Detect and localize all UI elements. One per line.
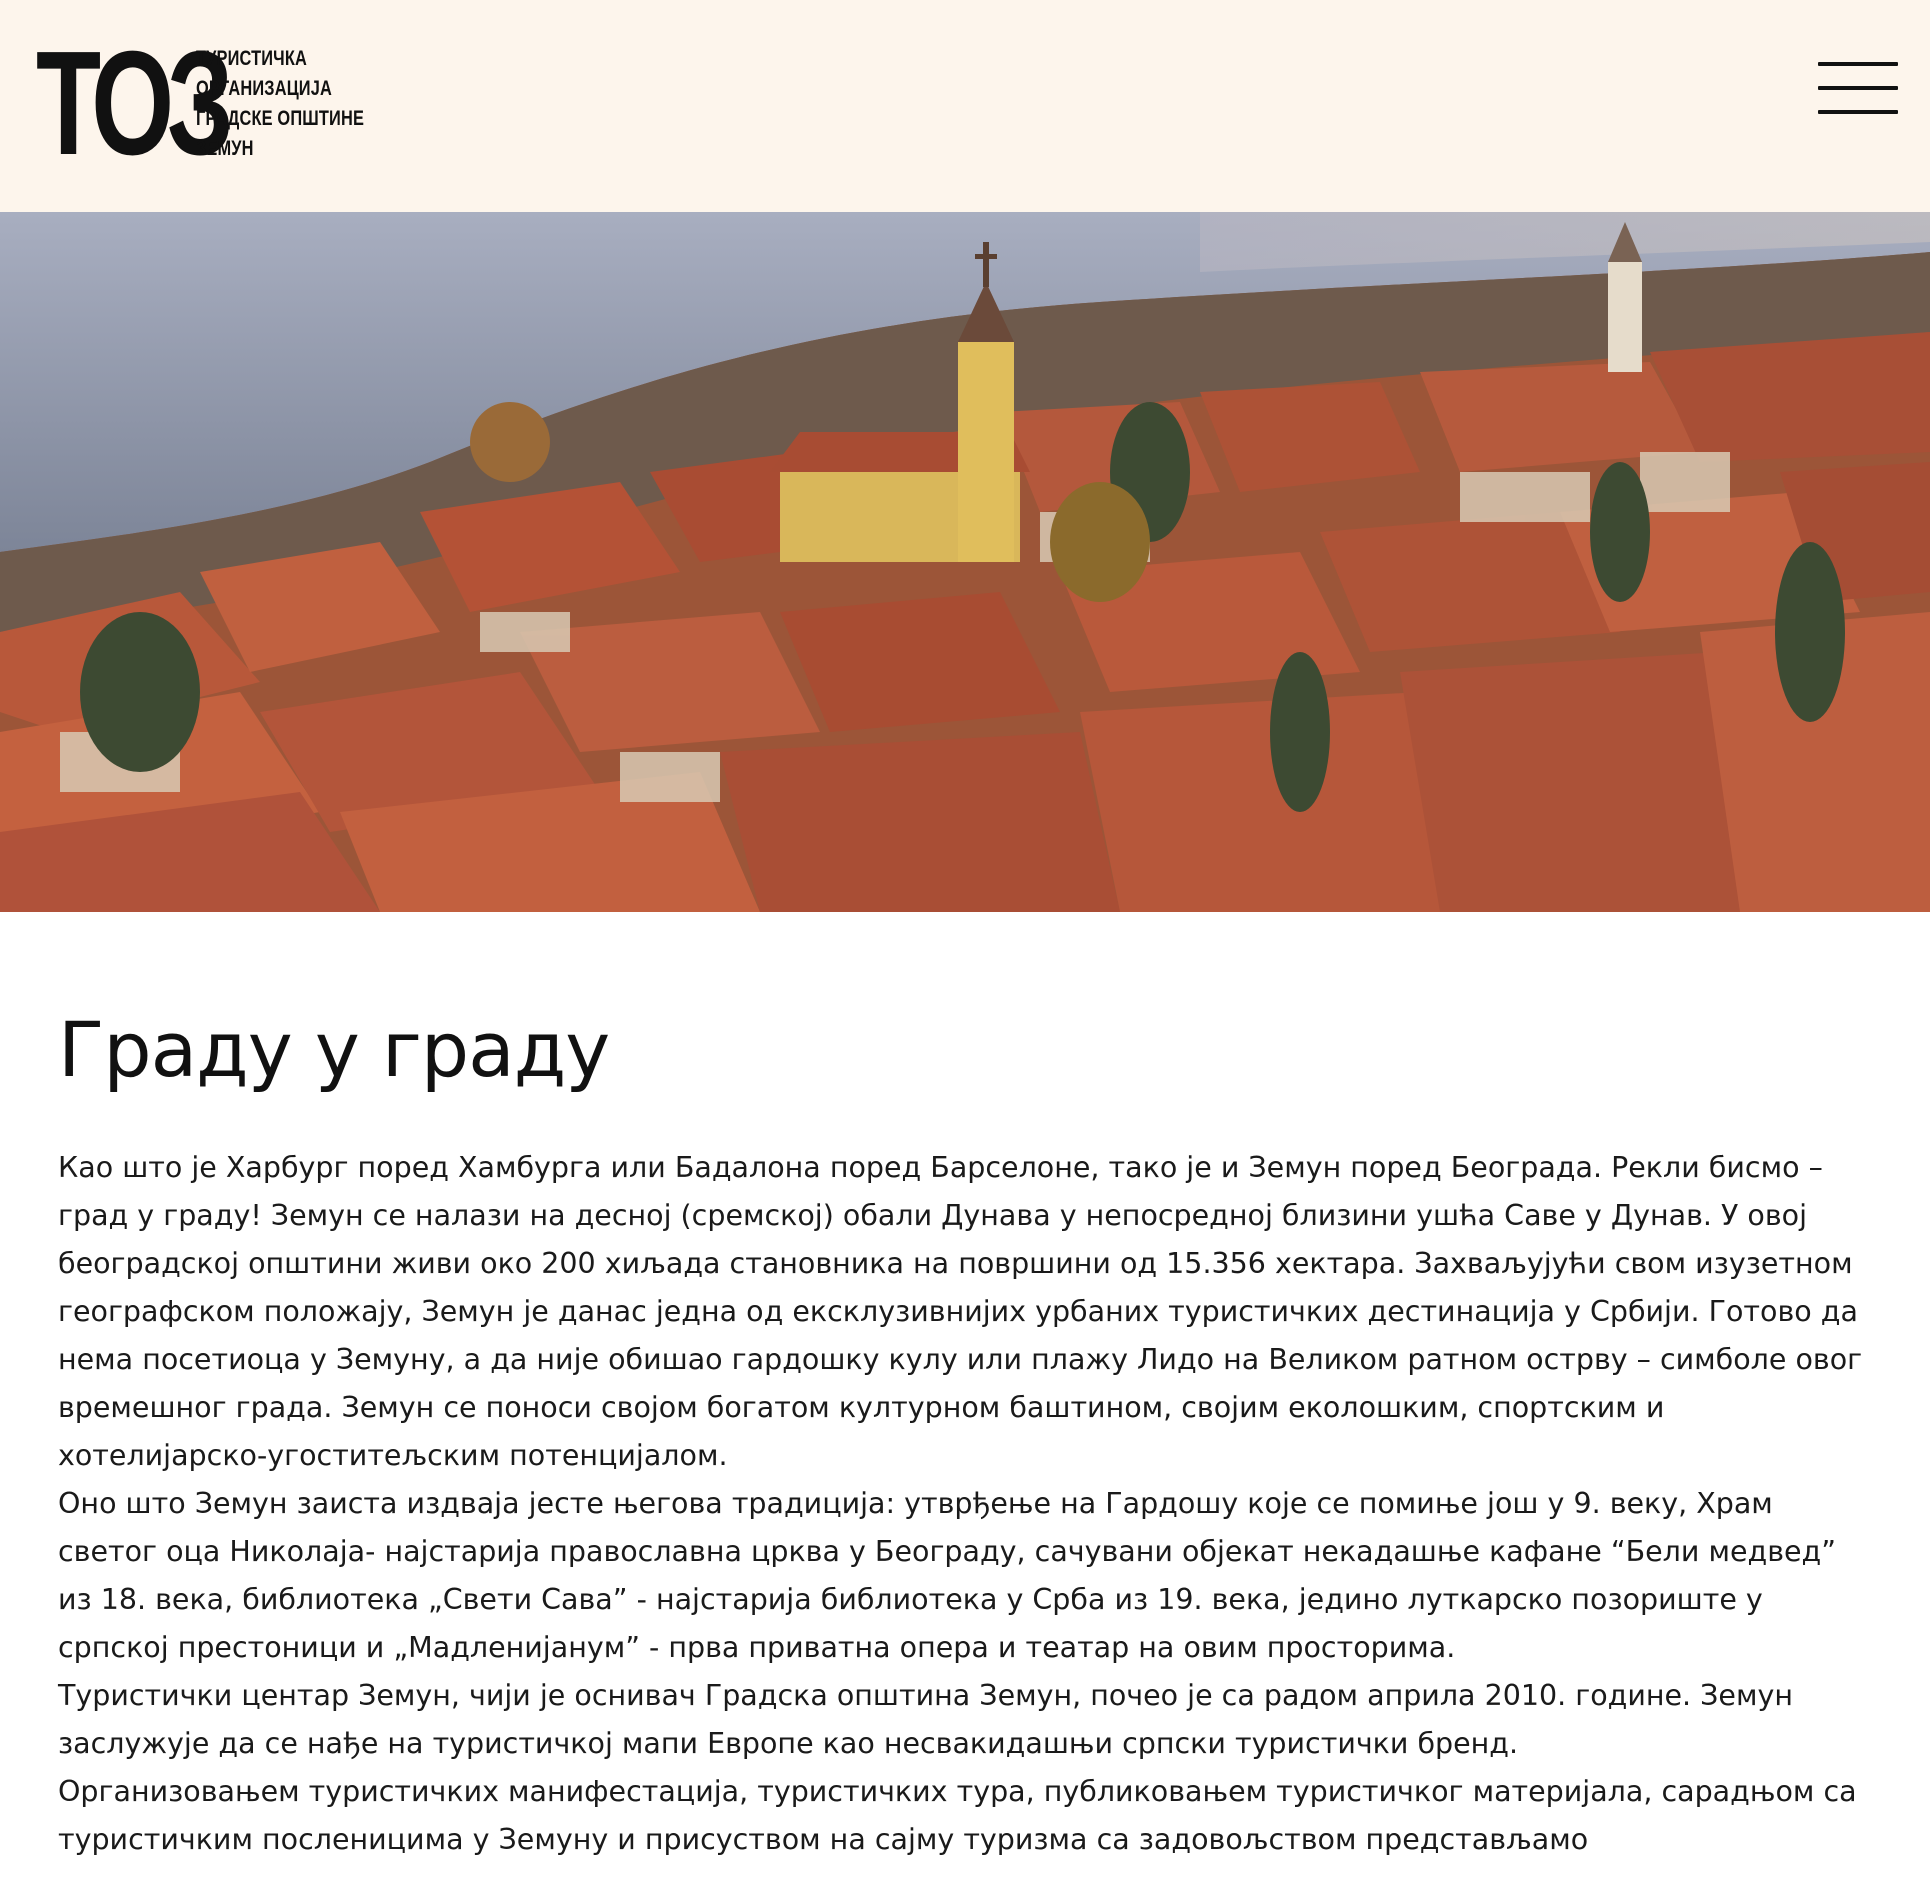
logo-mark: ТОЗ [36, 21, 234, 186]
article-paragraph: Оно што Земун заиста издваја јесте његов… [58, 1487, 1837, 1664]
hero-image [0, 212, 1930, 912]
logo-line: ГРАДСКЕ ОПШТИНЕ [196, 107, 365, 130]
article-paragraph: Туристички центар Земун, чији је оснивач… [58, 1679, 1793, 1760]
menu-bar [1818, 110, 1898, 114]
logo-line: ТУРИСТИЧКА [196, 47, 307, 70]
article-paragraph: Организовањем туристичких манифестација,… [58, 1775, 1857, 1856]
menu-bar [1818, 86, 1898, 90]
logo-line: ОРГАНИЗАЦИЈА [196, 77, 333, 100]
menu-bar [1818, 62, 1898, 66]
site-logo[interactable]: ТОЗ ТУРИСТИЧКА ОРГАНИЗАЦИЈА ГРАДСКЕ ОПШТ… [36, 21, 411, 186]
article-body: Као што је Харбург поред Хамбурга или Ба… [58, 1144, 1878, 1864]
hamburger-menu-icon[interactable] [1818, 62, 1898, 114]
site-header: ТОЗ ТУРИСТИЧКА ОРГАНИЗАЦИЈА ГРАДСКЕ ОПШТ… [0, 0, 1930, 212]
article-paragraph: Као што је Харбург поред Хамбурга или Ба… [58, 1151, 1863, 1472]
main-content: Граду у граду Као што је Харбург поред Х… [58, 1000, 1878, 1864]
logo-text: ТУРИСТИЧКА ОРГАНИЗАЦИЈА ГРАДСКЕ ОПШТИНЕ … [196, 44, 411, 164]
logo-line: ЗЕМУН [196, 137, 254, 160]
zemun-rooftops-illustration [0, 212, 1930, 912]
page-title: Граду у граду [58, 1005, 610, 1094]
